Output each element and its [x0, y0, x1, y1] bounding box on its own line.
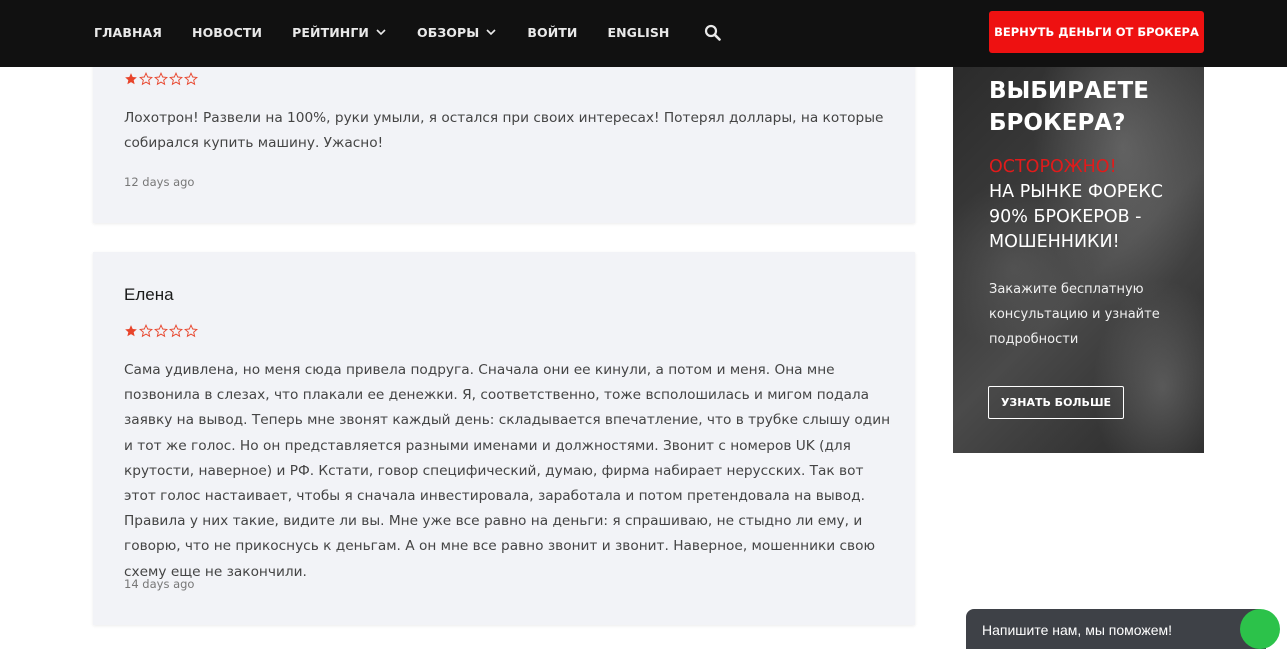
learn-more-button[interactable]: УЗНАТЬ БОЛЬШЕ [988, 386, 1124, 419]
nav-item-label: НОВОСТИ [192, 24, 263, 40]
nav-item-label: РЕЙТИНГИ [292, 24, 369, 40]
star-empty-icon [154, 324, 168, 338]
review-card: Елена Сама удивлена, но меня сюда привел… [93, 252, 915, 625]
chat-status-icon [1240, 609, 1280, 649]
banner-subtext: Закажите бесплатную консультацию и узнай… [989, 282, 1160, 347]
chat-label: Напишите нам, мы поможем! [982, 622, 1173, 638]
review-date: 14 days ago [124, 577, 195, 591]
star-empty-icon [139, 324, 153, 338]
nav-item-ratings[interactable]: РЕЙТИНГИ [292, 25, 387, 40]
star-empty-icon [139, 72, 153, 86]
chat-widget[interactable]: Напишите нам, мы поможем! [966, 609, 1280, 649]
star-empty-icon [169, 72, 183, 86]
banner-warning: ОСТОРОЖНО! [989, 157, 1117, 177]
nav-item-english[interactable]: ENGLISH [607, 25, 669, 40]
star-filled-icon [125, 325, 137, 337]
review-card: Лохотрон! Развели на 100%, руки умыли, я… [93, 40, 915, 223]
refund-broker-button[interactable]: ВЕРНУТЬ ДЕНЬГИ ОТ БРОКЕРА [989, 11, 1204, 53]
nav-item-label: ENGLISH [607, 24, 670, 40]
nav-item-home[interactable]: ГЛАВНАЯ [94, 25, 162, 40]
review-text: Лохотрон! Развели на 100%, руки умыли, я… [124, 110, 884, 152]
search-icon[interactable] [704, 24, 721, 41]
nav-item-label: ОБЗОРЫ [416, 24, 480, 40]
star-empty-icon [184, 72, 198, 86]
banner-title: ВЫБИРАЕТЕ БРОКЕРА? [989, 78, 1149, 136]
review-text: Сама удивлена, но меня сюда привела подр… [124, 362, 891, 580]
star-rating [124, 324, 199, 338]
reviewer-name: Елена [124, 285, 174, 304]
chevron-down-icon [376, 29, 386, 36]
nav-item-label: ВОЙТИ [527, 24, 578, 40]
nav-item-news[interactable]: НОВОСТИ [192, 25, 262, 40]
main-menu: ГЛАВНАЯ НОВОСТИ РЕЙТИНГИ ОБЗОРЫ ВОЙТИ EN… [94, 0, 721, 64]
nav-item-label: ГЛАВНАЯ [94, 24, 163, 40]
nav-item-login[interactable]: ВОЙТИ [527, 25, 577, 40]
chevron-down-icon [486, 29, 496, 36]
star-rating [124, 72, 199, 86]
banner-text: НА РЫНКЕ ФОРЕКС 90% БРОКЕРОВ - МОШЕННИКИ… [989, 182, 1163, 252]
nav-item-reviews[interactable]: ОБЗОРЫ [417, 25, 497, 40]
star-empty-icon [169, 324, 183, 338]
broker-warning-banner[interactable]: ВЫБИРАЕТЕ БРОКЕРА? ОСТОРОЖНО! НА РЫНКЕ Ф… [953, 67, 1204, 453]
star-empty-icon [184, 324, 198, 338]
star-filled-icon [125, 73, 137, 85]
top-navbar: ГЛАВНАЯ НОВОСТИ РЕЙТИНГИ ОБЗОРЫ ВОЙТИ EN… [0, 0, 1287, 67]
star-empty-icon [154, 72, 168, 86]
review-date: 12 days ago [124, 175, 195, 189]
